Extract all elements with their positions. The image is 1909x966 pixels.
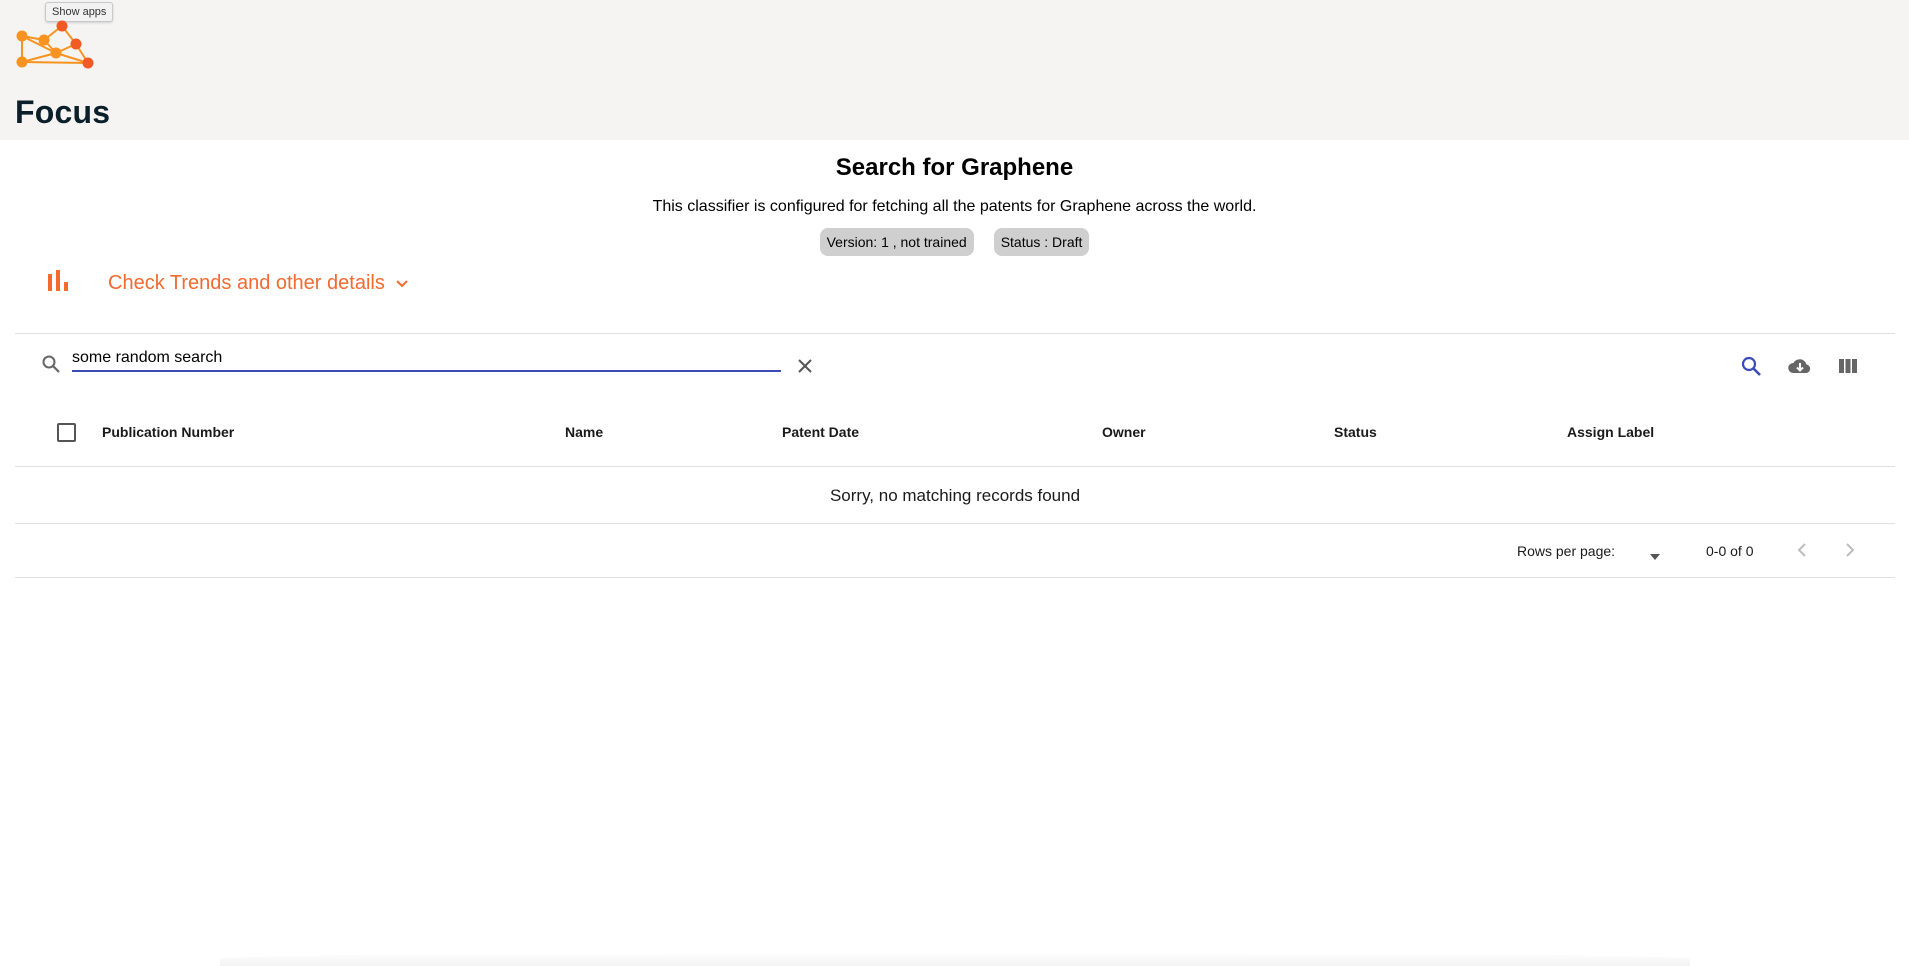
select-all-checkbox[interactable] <box>57 423 76 442</box>
chevron-right-icon[interactable] <box>1842 541 1858 564</box>
classifier-description: This classifier is configured for fetchi… <box>652 198 1257 215</box>
bar-chart-icon <box>46 269 70 297</box>
pagination: Rows per page: 0-0 of 0 <box>15 524 1895 578</box>
empty-table-row: Sorry, no matching records found <box>15 467 1895 524</box>
column-header[interactable]: Status <box>1334 424 1377 440</box>
caret-down-icon <box>1650 554 1660 560</box>
view-columns-icon[interactable] <box>1837 355 1859 382</box>
chevron-down-icon <box>395 276 409 294</box>
search-icon[interactable] <box>1740 355 1762 382</box>
column-header[interactable]: Publication Number <box>102 424 234 440</box>
table-header: Publication Number Name Patent Date Owne… <box>15 410 1895 467</box>
column-header[interactable]: Owner <box>1102 424 1146 440</box>
page-range: 0-0 of 0 <box>1706 543 1754 559</box>
trends-toggle[interactable]: Check Trends and other details <box>46 268 409 298</box>
app-title: Focus <box>15 94 111 130</box>
version-chip: Version: 1 , not trained <box>819 228 974 256</box>
network-logo-icon[interactable] <box>14 18 96 77</box>
status-chip: Status : Draft <box>993 228 1090 256</box>
classifier-title: Search for Graphene <box>835 154 1074 181</box>
app-header: Show apps Focus <box>0 0 1909 140</box>
rows-per-page-select[interactable] <box>1649 548 1661 566</box>
column-header[interactable]: Name <box>565 424 603 440</box>
bottom-shadow <box>220 952 1690 966</box>
chevron-left-icon[interactable] <box>1794 541 1810 564</box>
empty-message: Sorry, no matching records found <box>829 486 1081 505</box>
trends-label: Check Trends and other details <box>108 271 385 294</box>
column-header[interactable]: Assign Label <box>1567 424 1654 440</box>
search-icon <box>41 354 61 379</box>
classifier-chips: Version: 1 , not trained Status : Draft <box>0 228 1909 256</box>
close-icon[interactable] <box>796 357 814 380</box>
cloud-download-icon[interactable] <box>1787 355 1813 382</box>
rows-per-page-label: Rows per page: <box>1517 543 1616 559</box>
section-divider <box>15 333 1895 334</box>
search-input[interactable] <box>72 346 781 372</box>
column-header[interactable]: Patent Date <box>782 424 859 440</box>
